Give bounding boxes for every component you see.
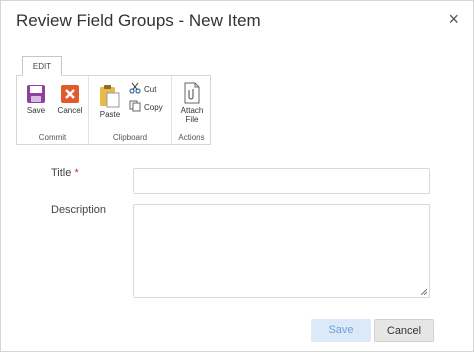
group-label-actions: Actions [178,133,205,142]
cancel-label: Cancel [57,106,83,115]
cut-label: Cut [144,84,157,94]
group-label-commit: Commit [38,133,67,142]
title-input[interactable] [133,168,430,194]
copy-icon [129,100,141,114]
ribbon-save-button[interactable]: Save [21,84,51,115]
close-icon[interactable]: × [448,9,459,30]
attach-label-line1: Attach [180,106,204,115]
ribbon-copy-button[interactable]: Copy [129,100,163,114]
ribbon-group-commit: Save Cancel Commit [17,76,89,144]
ribbon-attach-file-button[interactable]: Attach File [175,82,209,124]
resize-handle-icon[interactable] [421,289,427,295]
paste-icon [99,85,121,110]
group-label-clipboard: Clipboard [112,133,148,142]
save-icon [26,85,46,106]
description-field-label: Description [51,204,107,216]
tab-edit[interactable]: EDIT [22,56,62,76]
ribbon-paste-button[interactable]: Paste [95,84,125,119]
description-textarea[interactable] [133,204,430,298]
attach-label-line2: File [185,115,199,124]
save-button[interactable]: Save [311,319,371,342]
scissors-icon [129,82,141,96]
ribbon-cancel-button[interactable]: Cancel [55,84,85,115]
ribbon-group-actions: Attach File Actions [172,76,211,144]
title-field-label: Title * [51,167,79,179]
new-item-dialog: Review Field Groups - New Item × EDIT Sa… [0,0,474,352]
save-label: Save [26,106,46,115]
dialog-title: Review Field Groups - New Item [16,11,261,30]
paste-label: Paste [99,110,121,119]
ribbon-cut-button[interactable]: Cut [129,82,156,96]
ribbon-group-clipboard: Paste Cut Copy Clipboard [89,76,172,144]
copy-label: Copy [144,102,163,112]
cancel-icon [60,85,80,106]
required-marker: * [74,167,79,179]
ribbon-body: Save Cancel Commit Paste Cut Copy Clipbo… [16,75,211,145]
ribbon: EDIT Save Cancel Commit Paste Cut Copy C… [16,56,211,146]
attach-file-icon [183,82,201,106]
cancel-button[interactable]: Cancel [374,319,434,342]
title-label-text: Title [51,167,72,179]
